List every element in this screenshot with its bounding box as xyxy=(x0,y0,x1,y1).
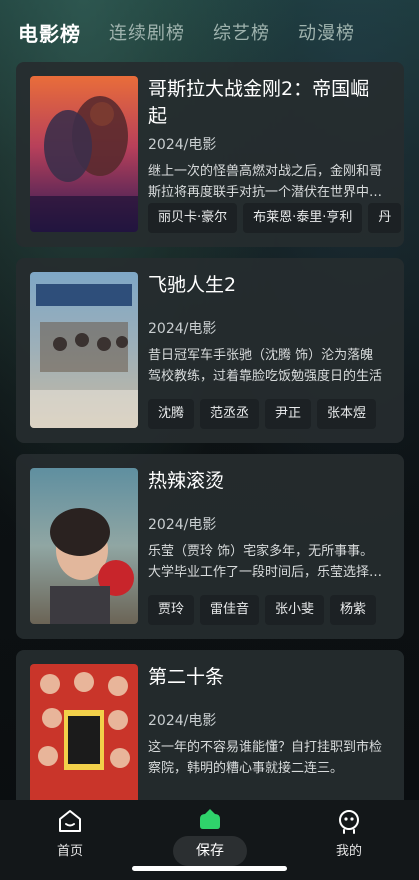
save-button[interactable]: 保存 xyxy=(173,836,247,866)
cast-chip[interactable]: 尹正 xyxy=(265,399,312,429)
nav-mine-label: 我的 xyxy=(335,844,362,859)
movie-meta: 2024/电影 xyxy=(148,321,217,337)
tab-variety[interactable]: 综艺榜 xyxy=(213,19,270,45)
home-icon xyxy=(59,810,81,832)
profile-icon xyxy=(339,810,359,834)
cast-chip[interactable]: 张小斐 xyxy=(265,595,325,625)
movie-card[interactable]: 哥斯拉大战金刚2：帝国崛起 2024/电影 继上一次的怪兽高燃对战之后，金刚和哥… xyxy=(16,62,404,247)
cast-chip[interactable]: 贾玲 xyxy=(148,595,195,625)
tab-series[interactable]: 连续剧榜 xyxy=(109,19,185,45)
movie-poster[interactable] xyxy=(30,76,138,232)
nav-home[interactable]: 首页 xyxy=(30,808,110,859)
nav-home-label: 首页 xyxy=(56,844,83,859)
cast-list[interactable]: 丽贝卡·豪尔 布莱恩·泰里·亨利丹 xyxy=(148,203,404,233)
nav-mine[interactable]: 我的 xyxy=(309,808,389,859)
movie-card[interactable]: 热辣滚烫 2024/电影 乐莹（贾玲 饰）宅家多年，无所事事。大学毕业工作了一段… xyxy=(16,454,404,639)
movie-meta: 2024/电影 xyxy=(148,517,217,533)
movie-description: 这一年的不容易谁能懂？自打挂职到市检察院，韩明的糟心事就接二连三。 xyxy=(148,740,383,776)
save-icon xyxy=(200,809,220,829)
movie-meta: 2024/电影 xyxy=(148,137,217,153)
movie-title: 哥斯拉大战金刚2：帝国崛起 xyxy=(148,78,370,127)
cast-chip[interactable]: 布莱恩·泰里·亨利 xyxy=(243,203,363,233)
cast-chip[interactable]: 丹 xyxy=(368,203,402,233)
ranking-tabs: 电影榜 连续剧榜 综艺榜 动漫榜 xyxy=(0,14,419,50)
movie-title: 热辣滚烫 xyxy=(148,470,225,492)
movie-list[interactable]: 哥斯拉大战金刚2：帝国崛起 2024/电影 继上一次的怪兽高燃对战之后，金刚和哥… xyxy=(16,62,404,800)
movie-card[interactable]: 飞驰人生2 2024/电影 昔日冠军车手张驰（沈腾 饰）沦为落魄驾校教练，过着靠… xyxy=(16,258,404,443)
movie-poster[interactable] xyxy=(30,272,138,428)
cast-chip[interactable]: 范丞丞 xyxy=(200,399,260,429)
movie-description: 昔日冠军车手张驰（沈腾 饰）沦为落魄驾校教练，过着靠脸吃饭勉强度日的生活 xyxy=(148,348,383,384)
movie-poster[interactable] xyxy=(30,664,138,800)
cast-chip[interactable]: 丽贝卡·豪尔 xyxy=(148,203,238,233)
cast-list[interactable]: 沈腾 范丞丞 尹正 张本煜 xyxy=(148,399,382,429)
home-indicator xyxy=(132,866,287,871)
movie-description: 继上一次的怪兽高燃对战之后，金刚和哥斯拉将再度联手对抗一个潜伏在世界中的巨大威胁 xyxy=(148,164,383,200)
cast-list[interactable]: 贾玲 雷佳音 张小斐 杨紫 xyxy=(148,595,382,625)
cast-chip[interactable]: 杨紫 xyxy=(330,595,377,625)
movie-title: 飞驰人生2 xyxy=(148,274,237,296)
movie-title: 第二十条 xyxy=(148,666,225,688)
cast-chip[interactable]: 张本煜 xyxy=(317,399,377,429)
movie-meta: 2024/电影 xyxy=(148,713,217,729)
nav-save-icon-wrap[interactable] xyxy=(170,806,250,836)
movie-description: 乐莹（贾玲 饰）宅家多年，无所事事。大学毕业工作了一段时间后，乐莹选择了躲在家里 xyxy=(148,544,383,580)
movie-card[interactable]: 第二十条 2024/电影 这一年的不容易谁能懂？自打挂职到市检察院，韩明的糟心事… xyxy=(16,650,404,800)
tab-movies[interactable]: 电影榜 xyxy=(18,18,81,47)
cast-chip[interactable]: 雷佳音 xyxy=(200,595,260,625)
movie-poster[interactable] xyxy=(30,468,138,624)
tab-anime[interactable]: 动漫榜 xyxy=(298,19,355,45)
cast-chip[interactable]: 沈腾 xyxy=(148,399,195,429)
